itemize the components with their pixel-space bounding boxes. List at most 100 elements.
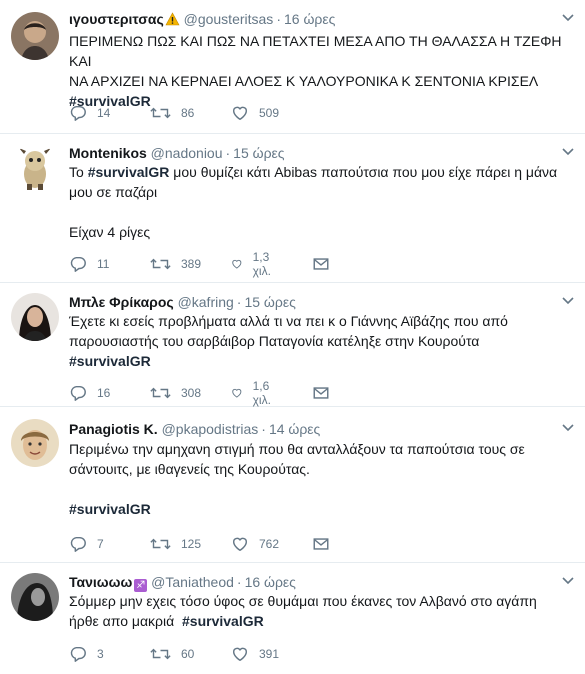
heart-icon: [231, 645, 249, 663]
hashtag-link[interactable]: #survivalGR: [69, 353, 151, 369]
retweet-icon: [150, 104, 171, 122]
retweet-button[interactable]: 308: [150, 383, 201, 403]
tweet-text: ΠΕΡΙΜΕΝΩ ΠΩΣ ΚΑΙ ΠΩΣ ΝΑ ΠΕΤΑΧΤΕΙ ΜΕΣΑ ΑΠ…: [69, 31, 569, 111]
retweet-button[interactable]: 86: [150, 103, 194, 123]
tweet-line: Περιμένω την αμηχανη στιγμή που θα ανταλ…: [69, 441, 525, 457]
tweet-header: Montenikos @nadoniou · 15 ώρες: [69, 143, 285, 163]
user-handle[interactable]: @Taniatheod: [151, 574, 234, 590]
heart-icon: [231, 104, 249, 122]
tweet-text-fragment: ήρθε απο μακριά: [69, 613, 183, 629]
reply-count: 3: [97, 647, 104, 661]
heart-icon: [231, 535, 249, 553]
tweet-header: ιγουστεριτσας @gousteritsas · 16 ώρες: [69, 9, 335, 31]
envelope-icon: [312, 255, 330, 273]
timestamp[interactable]: 15 ώρες: [233, 145, 284, 161]
user-handle[interactable]: @kafring: [178, 294, 234, 310]
envelope-icon: [312, 535, 330, 553]
like-count: 1,3 χιλ.: [252, 250, 271, 278]
chevron-down-icon[interactable]: [562, 297, 574, 305]
avatar[interactable]: [11, 573, 59, 621]
reply-button[interactable]: 7: [69, 534, 104, 554]
tweet-line: μου σε παζάρι: [69, 184, 158, 200]
tweet-line: Είχαν 4 ρίγες: [69, 224, 151, 240]
reply-icon: [69, 255, 87, 273]
like-button[interactable]: 391: [231, 644, 279, 664]
display-name[interactable]: Montenikos: [69, 145, 147, 161]
tweet-line: Έχετε κι εσείς προβλήματα αλλά τι να πει…: [69, 313, 508, 329]
reply-icon: [69, 645, 87, 663]
tweet-text-fragment: μου θυμίζει κάτι Abibas παπούτσια που μο…: [169, 164, 558, 180]
retweet-count: 86: [181, 106, 195, 120]
direct-message-button[interactable]: [312, 254, 330, 274]
timestamp[interactable]: 16 ώρες: [245, 574, 296, 590]
tweet[interactable]: Montenikos @nadoniou · 15 ώρες Το #surviva…: [0, 134, 585, 283]
reply-icon: [69, 535, 87, 553]
tweet-line: ΝΑ ΑΡΧΙΖΕΙ ΝΑ ΚΕΡΝΑΕΙ ΑΛΟΕΣ Κ ΥΑΛΟΥΡΟΝΙΚ…: [69, 73, 539, 89]
display-name[interactable]: ιγουστεριτσας: [69, 11, 164, 27]
display-name[interactable]: Μπλε Φρίκαρος: [69, 294, 174, 310]
tweet[interactable]: Τανιωωω ♐ @Taniatheod · 16 ώρες Σόμμερ μην …: [0, 563, 585, 674]
timestamp[interactable]: 15 ώρες: [244, 294, 295, 310]
separator-dot: ·: [236, 294, 242, 310]
separator-dot: ·: [225, 145, 231, 161]
timestamp[interactable]: 14 ώρες: [269, 421, 320, 437]
like-count: 509: [259, 106, 280, 120]
separator-dot: ·: [261, 421, 266, 437]
hashtag-link[interactable]: #survivalGR: [69, 501, 151, 517]
user-handle[interactable]: @gousteritsas: [184, 11, 274, 27]
tweet-text: Το #survivalGR μου θυμίζει κάτι Abibas π…: [69, 162, 569, 242]
like-button[interactable]: 1,3 χιλ.: [231, 250, 277, 278]
reply-icon: [69, 384, 87, 402]
tweet[interactable]: Μπλε Φρίκαρος @kafring · 15 ώρες Έχετε κι …: [0, 283, 585, 407]
retweet-button[interactable]: 125: [150, 534, 201, 554]
reply-button[interactable]: 14: [69, 103, 110, 123]
retweet-icon: [150, 535, 171, 553]
like-button[interactable]: 509: [231, 103, 279, 123]
avatar[interactable]: [11, 144, 59, 192]
tweet-line: σάντουιτς, με ιθαγενείς της Κουρούτας.: [69, 461, 310, 477]
avatar[interactable]: [11, 12, 59, 60]
chevron-down-icon[interactable]: [562, 14, 574, 22]
user-handle[interactable]: @pkapodistrias: [162, 421, 259, 437]
retweet-count: 389: [181, 257, 202, 271]
timestamp[interactable]: 16 ώρες: [284, 11, 335, 27]
like-button[interactable]: 1,6 χιλ.: [231, 379, 277, 407]
retweet-button[interactable]: 60: [150, 644, 194, 664]
tweet-text: Έχετε κι εσείς προβλήματα αλλά τι να πει…: [69, 311, 569, 371]
reply-count: 16: [97, 386, 111, 400]
chevron-down-icon[interactable]: [562, 148, 574, 156]
tweet-line: ΠΕΡΙΜΕΝΩ ΠΩΣ ΚΑΙ ΠΩΣ ΝΑ ΠΕΤΑΧΤΕΙ ΜΕΣΑ ΑΠ…: [69, 33, 562, 69]
tweet-text-fragment: Το: [69, 164, 88, 180]
tweet-text: Περιμένω την αμηχανη στιγμή που θα ανταλ…: [69, 439, 569, 519]
avatar[interactable]: [11, 419, 59, 467]
envelope-icon: [312, 384, 330, 402]
display-name[interactable]: Panagiotis K.: [69, 421, 158, 437]
tweet-line: παρουσιαστής του σαρβάιβορ Παταγονία κατ…: [69, 333, 480, 349]
hashtag-link[interactable]: #survivalGR: [88, 164, 170, 180]
chevron-down-icon[interactable]: [562, 424, 574, 432]
retweet-button[interactable]: 389: [150, 254, 201, 274]
direct-message-button[interactable]: [312, 383, 330, 403]
like-button[interactable]: 762: [231, 534, 279, 554]
reply-button[interactable]: 3: [69, 644, 104, 664]
retweet-count: 60: [181, 647, 195, 661]
reply-button[interactable]: 11: [69, 254, 109, 274]
like-count: 762: [259, 537, 280, 551]
display-name[interactable]: Τανιωωω: [69, 574, 132, 590]
warning-sign-icon: [165, 11, 180, 31]
hashtag-link[interactable]: #survivalGR: [182, 613, 264, 629]
reply-button[interactable]: 16: [69, 383, 110, 403]
reply-icon: [69, 104, 87, 122]
direct-message-button[interactable]: [312, 534, 330, 554]
heart-icon: [231, 255, 243, 273]
avatar[interactable]: [11, 293, 59, 341]
tweet-header: Panagiotis K. @pkapodistrias · 14 ώρες: [69, 419, 320, 439]
reply-count: 11: [97, 257, 110, 271]
user-handle[interactable]: @nadoniou: [151, 145, 223, 161]
retweet-icon: [150, 255, 171, 273]
tweet-header: Μπλε Φρίκαρος @kafring · 15 ώρες: [69, 292, 296, 312]
tweet[interactable]: Panagiotis K. @pkapodistrias · 14 ώρες Περ…: [0, 407, 585, 563]
chevron-down-icon[interactable]: [562, 577, 574, 585]
tweet[interactable]: ιγουστεριτσας @gousteritsas · 16 ώρες ΠΕΡΙ…: [0, 0, 585, 134]
like-count: 391: [259, 647, 280, 661]
